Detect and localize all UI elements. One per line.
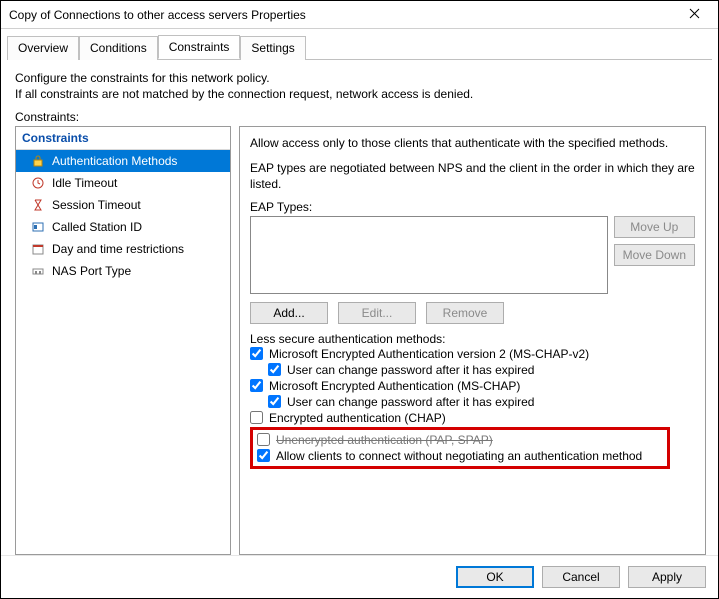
checkbox-input[interactable] — [250, 411, 263, 424]
checkbox-label: Microsoft Encrypted Authentication (MS-C… — [269, 379, 520, 393]
checkbox-input[interactable] — [257, 433, 270, 446]
checkbox-pap[interactable]: Unencrypted authentication (PAP, SPAP) — [257, 432, 663, 448]
sidebar-heading: Constraints — [16, 127, 230, 150]
checkbox-label: Allow clients to connect without negotia… — [276, 449, 642, 463]
eap-types-label: EAP Types: — [250, 200, 695, 214]
tab-constraints-label: Constraints — [169, 40, 230, 54]
checkbox-label: Encrypted authentication (CHAP) — [269, 411, 446, 425]
tab-strip: Overview Conditions Constraints Settings — [1, 29, 718, 59]
checkbox-input[interactable] — [268, 395, 281, 408]
tab-overview[interactable]: Overview — [7, 36, 79, 60]
sidebar-item-label: Authentication Methods — [52, 154, 177, 168]
add-button[interactable]: Add... — [250, 302, 328, 324]
move-up-button[interactable]: Move Up — [614, 216, 695, 238]
port-icon — [30, 263, 46, 279]
tab-settings-label: Settings — [251, 41, 294, 55]
sidebar-item-label: NAS Port Type — [52, 264, 131, 278]
sidebar-item-label: Called Station ID — [52, 220, 142, 234]
policy-description: Configure the constraints for this netwo… — [1, 60, 718, 106]
eap-note: EAP types are negotiated between NPS and… — [250, 160, 695, 192]
body: Constraints Authentication Methods Idle … — [1, 126, 718, 555]
sidebar-item-idle-timeout[interactable]: Idle Timeout — [16, 172, 230, 194]
tab-settings[interactable]: Settings — [240, 36, 305, 60]
sidebar-item-session-timeout[interactable]: Session Timeout — [16, 194, 230, 216]
sidebar-item-label: Day and time restrictions — [52, 242, 184, 256]
less-secure-label: Less secure authentication methods: — [250, 332, 695, 346]
sidebar-item-called-station-id[interactable]: Called Station ID — [16, 216, 230, 238]
titlebar: Copy of Connections to other access serv… — [1, 1, 718, 29]
eap-types-list[interactable] — [250, 216, 608, 294]
panel-intro: Allow access only to those clients that … — [250, 135, 695, 151]
policy-description-line2: If all constraints are not matched by th… — [15, 86, 704, 102]
checkbox-mschapv2-pwchange[interactable]: User can change password after it has ex… — [250, 362, 695, 378]
calendar-icon — [30, 241, 46, 257]
settings-panel: Allow access only to those clients that … — [239, 126, 706, 555]
highlight-box: Unencrypted authentication (PAP, SPAP) A… — [250, 427, 670, 469]
tab-conditions-label: Conditions — [90, 41, 147, 55]
sidebar-item-label: Idle Timeout — [52, 176, 117, 190]
less-secure-methods: Less secure authentication methods: Micr… — [250, 332, 695, 469]
checkbox-allow-no-auth[interactable]: Allow clients to connect without negotia… — [257, 448, 663, 464]
checkbox-label: User can change password after it has ex… — [287, 395, 534, 409]
sidebar-item-nas-port-type[interactable]: NAS Port Type — [16, 260, 230, 282]
checkbox-mschap[interactable]: Microsoft Encrypted Authentication (MS-C… — [250, 378, 695, 394]
tab-conditions[interactable]: Conditions — [79, 36, 158, 60]
checkbox-label: User can change password after it has ex… — [287, 363, 534, 377]
close-icon — [689, 8, 700, 22]
checkbox-input[interactable] — [268, 363, 281, 376]
checkbox-label: Microsoft Encrypted Authentication versi… — [269, 347, 589, 361]
lock-icon — [30, 153, 46, 169]
checkbox-input[interactable] — [257, 449, 270, 462]
id-icon — [30, 219, 46, 235]
sidebar-item-authentication-methods[interactable]: Authentication Methods — [16, 150, 230, 172]
tab-constraints[interactable]: Constraints — [158, 35, 241, 59]
policy-description-line1: Configure the constraints for this netwo… — [15, 70, 704, 86]
tab-overview-label: Overview — [18, 41, 68, 55]
hourglass-icon — [30, 197, 46, 213]
sidebar-item-label: Session Timeout — [52, 198, 141, 212]
edit-button[interactable]: Edit... — [338, 302, 416, 324]
clock-icon — [30, 175, 46, 191]
move-down-button[interactable]: Move Down — [614, 244, 695, 266]
apply-button[interactable]: Apply — [628, 566, 706, 588]
ok-button[interactable]: OK — [456, 566, 534, 588]
window-title: Copy of Connections to other access serv… — [9, 8, 674, 22]
dialog-footer: OK Cancel Apply — [1, 555, 718, 598]
close-button[interactable] — [674, 3, 714, 27]
remove-button[interactable]: Remove — [426, 302, 504, 324]
checkbox-input[interactable] — [250, 379, 263, 392]
checkbox-label: Unencrypted authentication (PAP, SPAP) — [276, 433, 493, 447]
constraints-sidebar: Constraints Authentication Methods Idle … — [15, 126, 231, 555]
checkbox-input[interactable] — [250, 347, 263, 360]
cancel-button[interactable]: Cancel — [542, 566, 620, 588]
checkbox-chap[interactable]: Encrypted authentication (CHAP) — [250, 410, 695, 426]
properties-window: Copy of Connections to other access serv… — [0, 0, 719, 599]
constraints-label: Constraints: — [1, 106, 718, 126]
checkbox-mschapv2[interactable]: Microsoft Encrypted Authentication versi… — [250, 346, 695, 362]
sidebar-item-day-time-restrictions[interactable]: Day and time restrictions — [16, 238, 230, 260]
checkbox-mschap-pwchange[interactable]: User can change password after it has ex… — [250, 394, 695, 410]
